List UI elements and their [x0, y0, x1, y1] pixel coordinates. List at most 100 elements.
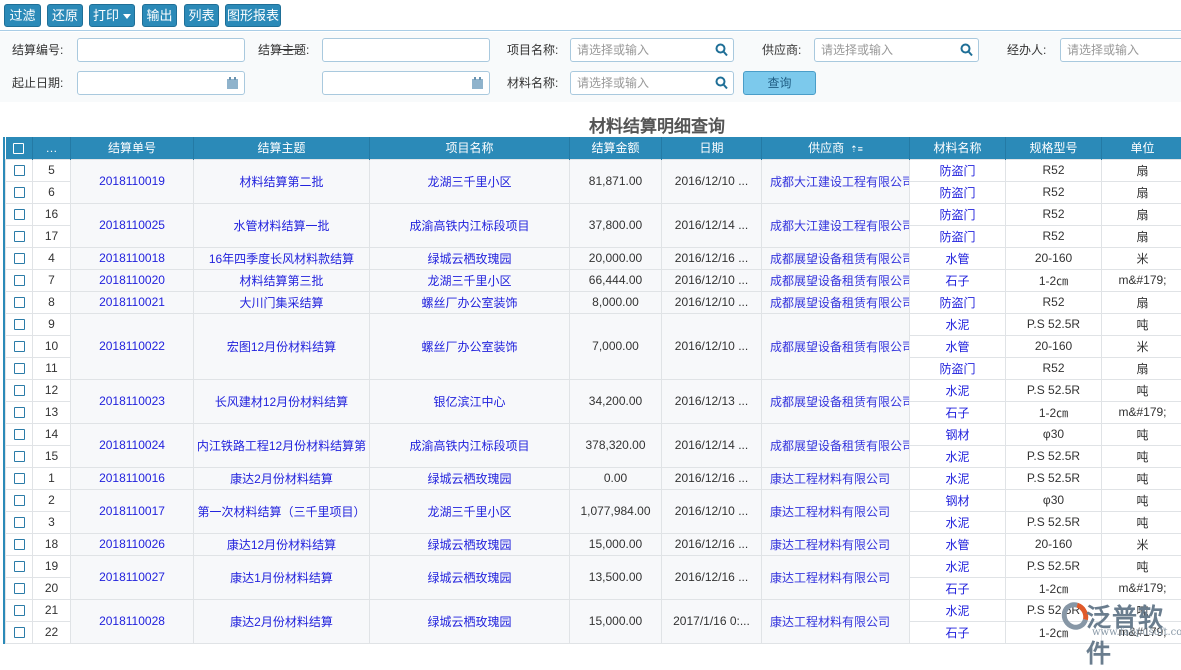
settle-no-link[interactable]: 2018110024 — [71, 423, 194, 467]
material-input[interactable]: 请选择或输入 — [570, 71, 734, 95]
settle-subject-link[interactable]: 长风建材12月份材料结算 — [194, 379, 370, 423]
row-checkbox[interactable] — [6, 467, 33, 489]
material-link[interactable]: 水泥 — [910, 599, 1006, 621]
row-checkbox[interactable] — [6, 335, 33, 357]
table-row[interactable]: 72018110020材料结算第三批龙湖三千里小区66,444.002016/1… — [6, 269, 1181, 291]
settle-subject-link[interactable]: 宏图12月份材料结算 — [194, 313, 370, 379]
checkbox-icon[interactable] — [14, 385, 25, 396]
col-date[interactable]: 日期 — [662, 137, 762, 159]
material-link[interactable]: 钢材 — [910, 489, 1006, 511]
settle-no-link[interactable]: 2018110020 — [71, 269, 194, 291]
project-link[interactable]: 绿城云栖玫瑰园 — [370, 467, 570, 489]
row-checkbox[interactable] — [6, 357, 33, 379]
search-icon[interactable] — [715, 43, 728, 57]
supplier-link[interactable]: 康达工程材料有限公司 — [762, 489, 910, 533]
list-button[interactable]: 列表 — [184, 4, 219, 27]
settle-no-input[interactable] — [77, 38, 245, 62]
supplier-link[interactable]: 成都展望设备租赁有限公司 — [762, 313, 910, 379]
material-link[interactable]: 防盗门 — [910, 181, 1006, 203]
settle-subject-input[interactable] — [322, 38, 490, 62]
checkbox-icon[interactable] — [14, 275, 25, 286]
settle-no-link[interactable]: 2018110025 — [71, 203, 194, 247]
row-checkbox[interactable] — [6, 423, 33, 445]
handler-input[interactable]: 请选择或输入 — [1060, 38, 1181, 62]
settle-no-link[interactable]: 2018110026 — [71, 533, 194, 555]
select-all-checkbox[interactable] — [6, 137, 33, 159]
supplier-link[interactable]: 成都大江建设工程有限公司 — [762, 203, 910, 247]
table-row[interactable]: 12018110016康达2月份材料结算绿城云栖玫瑰园0.002016/12/1… — [6, 467, 1181, 489]
settle-subject-link[interactable]: 康达2月份材料结算 — [194, 467, 370, 489]
settle-subject-link[interactable]: 康达12月份材料结算 — [194, 533, 370, 555]
project-link[interactable]: 螺丝厂办公室装饰 — [370, 291, 570, 313]
checkbox-icon[interactable] — [14, 495, 25, 506]
supplier-link[interactable]: 成都展望设备租赁有限公司 — [762, 423, 910, 467]
row-checkbox[interactable] — [6, 401, 33, 423]
row-checkbox[interactable] — [6, 269, 33, 291]
settle-subject-link[interactable]: 康达1月份材料结算 — [194, 555, 370, 599]
row-checkbox[interactable] — [6, 445, 33, 467]
material-link[interactable]: 水泥 — [910, 313, 1006, 335]
checkbox-icon[interactable] — [14, 517, 25, 528]
checkbox-icon[interactable] — [14, 297, 25, 308]
project-link[interactable]: 龙湖三千里小区 — [370, 489, 570, 533]
settle-no-link[interactable]: 2018110019 — [71, 159, 194, 203]
material-link[interactable]: 防盗门 — [910, 357, 1006, 379]
settle-no-link[interactable]: 2018110023 — [71, 379, 194, 423]
checkbox-icon[interactable] — [14, 363, 25, 374]
material-link[interactable]: 钢材 — [910, 423, 1006, 445]
material-link[interactable]: 水泥 — [910, 555, 1006, 577]
supplier-input[interactable]: 请选择或输入 — [814, 38, 979, 62]
supplier-link[interactable]: 康达工程材料有限公司 — [762, 467, 910, 489]
settle-subject-link[interactable]: 内江铁路工程12月份材料结算第 — [194, 423, 370, 467]
project-link[interactable]: 龙湖三千里小区 — [370, 159, 570, 203]
table-row[interactable]: 92018110022宏图12月份材料结算螺丝厂办公室装饰7,000.00201… — [6, 313, 1181, 335]
row-checkbox[interactable] — [6, 291, 33, 313]
table-row[interactable]: 22018110017第一次材料结算（三千里项目）龙湖三千里小区1,077,98… — [6, 489, 1181, 511]
checkbox-icon[interactable] — [14, 253, 25, 264]
row-checkbox[interactable] — [6, 313, 33, 335]
settle-subject-link[interactable]: 16年四季度长风材料款结算 — [194, 247, 370, 269]
settle-no-link[interactable]: 2018110028 — [71, 599, 194, 643]
checkbox-icon[interactable] — [14, 561, 25, 572]
settle-subject-link[interactable]: 大川门集采结算 — [194, 291, 370, 313]
supplier-link[interactable]: 成都大江建设工程有限公司 — [762, 159, 910, 203]
checkbox-icon[interactable] — [14, 451, 25, 462]
row-checkbox[interactable] — [6, 577, 33, 599]
query-button[interactable]: 查询 — [743, 71, 816, 95]
project-link[interactable]: 绿城云栖玫瑰园 — [370, 555, 570, 599]
row-checkbox[interactable] — [6, 181, 33, 203]
checkbox-icon[interactable] — [14, 209, 25, 220]
settle-subject-link[interactable]: 康达2月份材料结算 — [194, 599, 370, 643]
table-row[interactable]: 82018110021大川门集采结算螺丝厂办公室装饰8,000.002016/1… — [6, 291, 1181, 313]
material-link[interactable]: 石子 — [910, 401, 1006, 423]
checkbox-icon[interactable] — [14, 539, 25, 550]
material-link[interactable]: 防盗门 — [910, 225, 1006, 247]
search-icon[interactable] — [960, 43, 973, 57]
supplier-link[interactable]: 成都展望设备租赁有限公司 — [762, 291, 910, 313]
row-checkbox[interactable] — [6, 203, 33, 225]
table-row[interactable]: 122018110023长风建材12月份材料结算银亿滨江中心34,200.002… — [6, 379, 1181, 401]
project-link[interactable]: 成渝高铁内江标段项目 — [370, 203, 570, 247]
table-row[interactable]: 212018110028康达2月份材料结算绿城云栖玫瑰园15,000.00201… — [6, 599, 1181, 621]
settle-no-link[interactable]: 2018110016 — [71, 467, 194, 489]
material-link[interactable]: 防盗门 — [910, 291, 1006, 313]
checkbox-icon[interactable] — [14, 473, 25, 484]
row-checkbox[interactable] — [6, 379, 33, 401]
row-checkbox[interactable] — [6, 621, 33, 643]
settle-no-link[interactable]: 2018110022 — [71, 313, 194, 379]
calendar-icon[interactable] — [226, 76, 239, 90]
checkbox-icon[interactable] — [14, 429, 25, 440]
settle-no-link[interactable]: 2018110027 — [71, 555, 194, 599]
checkbox-icon[interactable] — [14, 319, 25, 330]
table-row[interactable]: 4201811001816年四季度长风材料款结算绿城云栖玫瑰园20,000.00… — [6, 247, 1181, 269]
table-row[interactable]: 162018110025水管材料结算一批成渝高铁内江标段项目37,800.002… — [6, 203, 1181, 225]
row-checkbox[interactable] — [6, 599, 33, 621]
row-checkbox[interactable] — [6, 533, 33, 555]
table-row[interactable]: 192018110027康达1月份材料结算绿城云栖玫瑰园13,500.00201… — [6, 555, 1181, 577]
settle-subject-link[interactable]: 材料结算第三批 — [194, 269, 370, 291]
start-date-input[interactable] — [77, 71, 245, 95]
material-link[interactable]: 防盗门 — [910, 159, 1006, 181]
settle-no-link[interactable]: 2018110017 — [71, 489, 194, 533]
table-row[interactable]: 182018110026康达12月份材料结算绿城云栖玫瑰园15,000.0020… — [6, 533, 1181, 555]
row-checkbox[interactable] — [6, 489, 33, 511]
